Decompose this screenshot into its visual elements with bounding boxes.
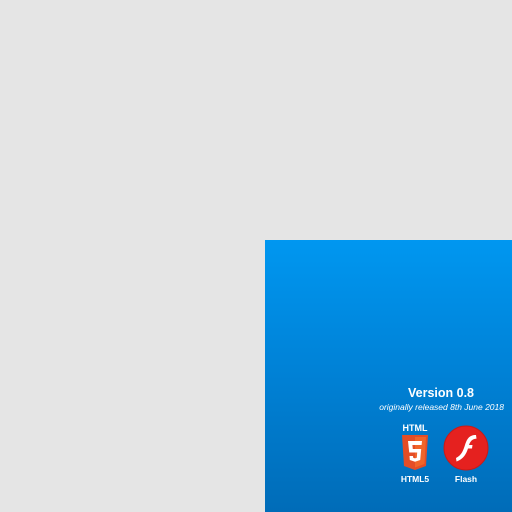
html5-label: HTML5 (400, 474, 430, 484)
flash-player-icon (443, 425, 489, 471)
html5-play-button[interactable]: HTML HTML5 (390, 421, 440, 487)
svg-text:HTML: HTML (403, 423, 428, 433)
flash-label: Flash (454, 474, 478, 484)
version-panel: Version 0.8 originally released 8th June… (265, 240, 512, 512)
platform-choices: HTML HTML5 Flash (390, 421, 505, 487)
version-title: Version 0.8 (407, 386, 474, 400)
flash-play-button[interactable]: Flash (441, 421, 491, 487)
release-date: originally released 8th June 2018 (379, 402, 504, 412)
html5-shield-icon: HTML (402, 423, 428, 470)
page: Version 0.8 originally released 8th June… (0, 0, 512, 512)
version-info: Version 0.8 originally released 8th June… (304, 386, 504, 413)
